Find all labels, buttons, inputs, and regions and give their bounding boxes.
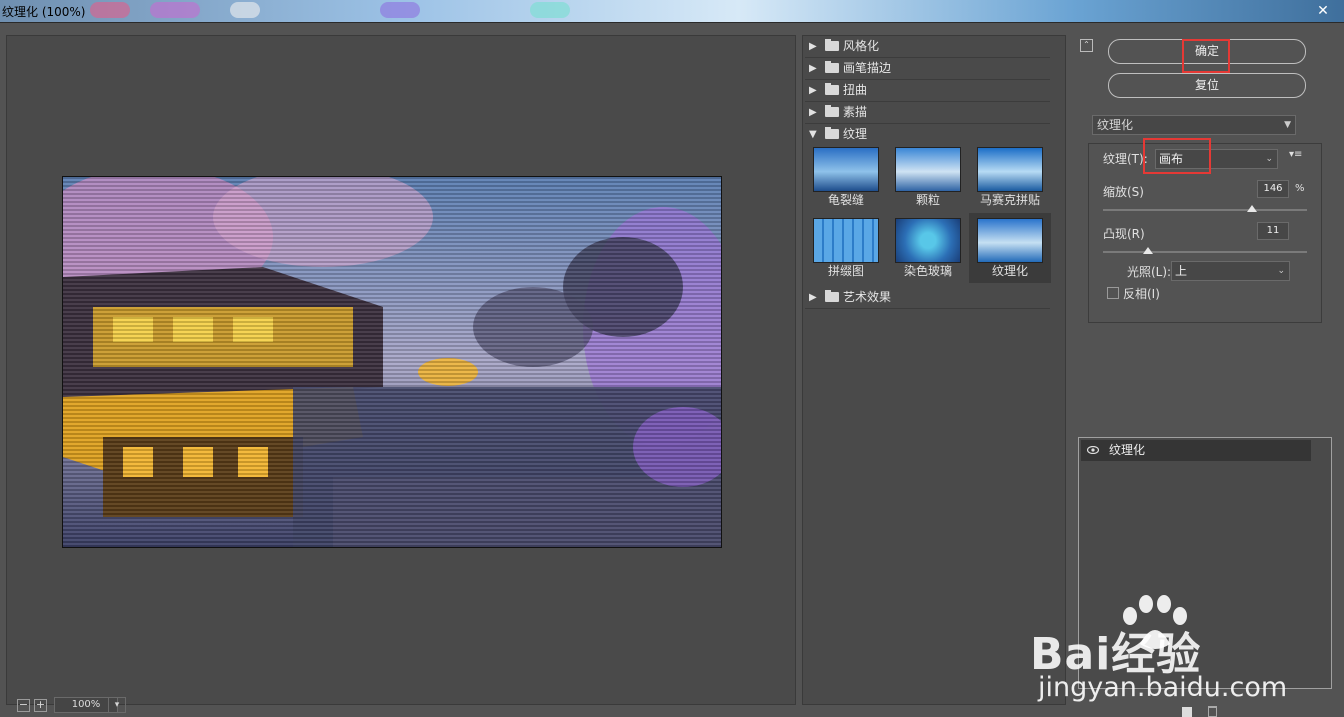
filter-grain[interactable]: 颗粒 xyxy=(887,142,969,212)
filter-thumbnail xyxy=(813,218,879,263)
relief-label: 凸现(R) xyxy=(1103,227,1145,241)
filter-thumbnail xyxy=(895,147,961,192)
category-brush-strokes[interactable]: ▶ 画笔描边 xyxy=(805,58,1050,80)
zoom-in-button[interactable]: + xyxy=(34,699,47,712)
window-titlebar: 纹理化 (100%) ✕ xyxy=(0,0,1344,22)
scale-slider-track[interactable] xyxy=(1103,209,1307,211)
filter-thumbnail xyxy=(895,218,961,263)
texture-label: 纹理(T): xyxy=(1103,152,1148,166)
trash-icon[interactable] xyxy=(1208,706,1217,717)
light-select[interactable]: 上 ⌄ xyxy=(1171,261,1290,281)
chevron-down-icon: ⌄ xyxy=(1277,266,1285,276)
filter-texturizer[interactable]: 纹理化 xyxy=(969,213,1051,283)
scale-label: 缩放(S) xyxy=(1103,185,1144,199)
expand-arrow-icon: ▶ xyxy=(809,292,817,303)
category-distort[interactable]: ▶ 扭曲 xyxy=(805,80,1050,102)
invert-checkbox[interactable] xyxy=(1107,287,1119,299)
collapse-panel-icon[interactable]: ⌃ xyxy=(1080,39,1093,52)
new-effect-layer-icon[interactable] xyxy=(1182,707,1192,717)
window-title: 纹理化 (100%) xyxy=(2,5,86,19)
texture-menu-icon[interactable]: ▾≡ xyxy=(1289,149,1302,160)
invert-label: 反相(I) xyxy=(1123,287,1160,301)
folder-icon xyxy=(825,61,839,73)
expand-arrow-icon: ▶ xyxy=(809,85,817,96)
filter-thumbnail xyxy=(977,147,1043,192)
scale-slider-handle[interactable] xyxy=(1246,205,1257,212)
effect-layers-list: 纹理化 xyxy=(1078,437,1332,689)
settings-panel: ⌃ 确定 复位 纹理化 ▼ 纹理(T): 画布 ⌄ ▾≡ 缩放(S) 146 %… xyxy=(1070,35,1344,717)
filter-stained-glass[interactable]: 染色玻璃 xyxy=(887,213,969,283)
zoom-out-button[interactable]: − xyxy=(17,699,30,712)
effect-layer-row[interactable]: 纹理化 xyxy=(1081,440,1311,461)
eye-icon[interactable] xyxy=(1087,446,1099,454)
filter-patchwork[interactable]: 拼缀图 xyxy=(805,213,887,283)
relief-slider-track[interactable] xyxy=(1103,251,1307,253)
category-artistic[interactable]: ▶ 艺术效果 xyxy=(805,287,1050,309)
folder-icon xyxy=(825,83,839,95)
filter-gallery-dialog: − + 100% ▾ ▶ 风格化 ▶ 画笔描边 ▶ 扭曲 ▶ 素描 ▼ 纹理 龟… xyxy=(0,22,1344,717)
folder-icon xyxy=(825,290,839,302)
folder-icon xyxy=(825,105,839,117)
expand-arrow-icon: ▶ xyxy=(809,63,817,74)
category-stylize[interactable]: ▶ 风格化 xyxy=(805,36,1050,58)
expand-arrow-icon: ▶ xyxy=(809,41,817,52)
category-sketch[interactable]: ▶ 素描 xyxy=(805,102,1050,124)
filter-thumbnail xyxy=(977,218,1043,263)
preview-image[interactable] xyxy=(62,176,722,548)
expand-arrow-icon: ▶ xyxy=(809,107,817,118)
scale-input[interactable]: 146 xyxy=(1257,180,1289,198)
reset-button[interactable]: 复位 xyxy=(1108,73,1306,98)
highlight-box xyxy=(1182,39,1230,73)
preview-area: − + 100% ▾ xyxy=(6,35,796,713)
filter-select[interactable]: 纹理化 ▼ xyxy=(1092,115,1296,135)
open-folder-icon xyxy=(825,127,839,139)
filter-list-panel: ▶ 风格化 ▶ 画笔描边 ▶ 扭曲 ▶ 素描 ▼ 纹理 龟裂缝 颗粒 马赛克拼贴… xyxy=(802,35,1066,705)
filter-parameters: 纹理(T): 画布 ⌄ ▾≡ 缩放(S) 146 % 凸现(R) 11 光照(L… xyxy=(1088,138,1322,323)
filter-mosaic-tiles[interactable]: 马赛克拼贴 xyxy=(969,142,1051,212)
relief-input[interactable]: 11 xyxy=(1257,222,1289,240)
scale-unit: % xyxy=(1295,183,1305,194)
light-label: 光照(L): xyxy=(1127,265,1172,279)
close-window-button[interactable]: ✕ xyxy=(1310,3,1336,19)
relief-slider-handle[interactable] xyxy=(1142,247,1153,254)
chevron-down-icon: ⌄ xyxy=(1265,154,1273,164)
zoom-dropdown-chevron-icon[interactable]: ▾ xyxy=(108,697,126,713)
highlight-box xyxy=(1143,138,1211,174)
chevron-down-icon: ▼ xyxy=(1284,120,1291,130)
filter-thumbnail xyxy=(813,147,879,192)
folder-icon xyxy=(825,39,839,51)
filter-craquelure[interactable]: 龟裂缝 xyxy=(805,142,887,212)
